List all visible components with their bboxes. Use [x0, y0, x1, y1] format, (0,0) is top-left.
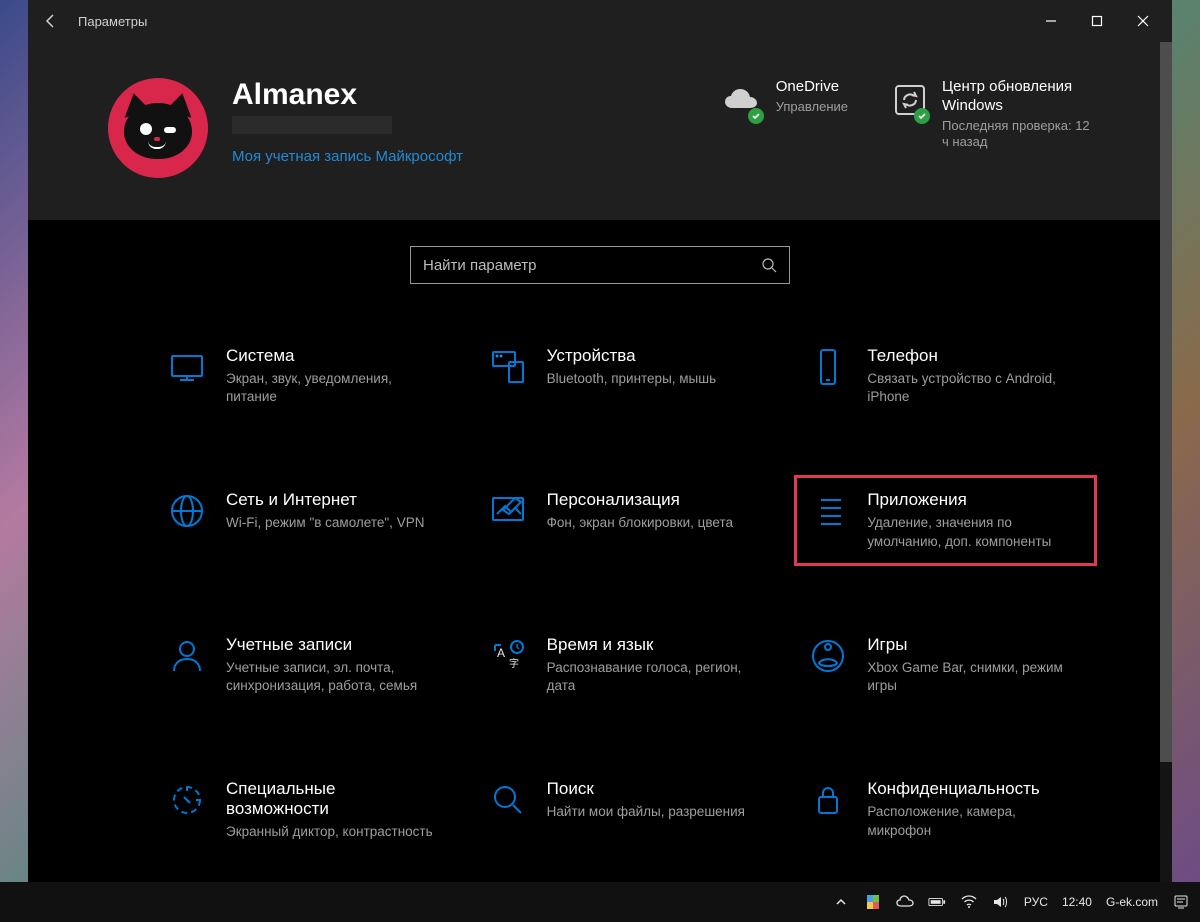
update-title: Центр обновления Windows [942, 78, 1092, 116]
access-icon [166, 779, 208, 821]
onedrive-icon [722, 82, 762, 122]
category-title: Телефон [867, 346, 1077, 366]
category-access[interactable]: Специальные возможности Экранный диктор, … [158, 769, 451, 851]
close-button[interactable] [1120, 4, 1166, 38]
gaming-icon [807, 635, 849, 677]
category-personalization[interactable]: Персонализация Фон, экран блокировки, цве… [479, 480, 772, 560]
category-title: Поиск [547, 779, 745, 799]
category-privacy[interactable]: Конфиденциальность Расположение, камера, … [799, 769, 1092, 851]
category-desc: Расположение, камера, микрофон [867, 803, 1077, 839]
category-desc: Учетные записи, эл. почта, синхронизация… [226, 659, 436, 695]
notifications-icon[interactable] [1172, 893, 1190, 911]
category-title: Конфиденциальность [867, 779, 1077, 799]
search-placeholder: Найти параметр [423, 257, 761, 274]
onedrive-title: OneDrive [776, 78, 848, 97]
category-title: Приложения [867, 490, 1077, 510]
ms-account-link[interactable]: Моя учетная запись Майкрософт [232, 148, 463, 165]
taskbar: РУС 12:40 G-ek.com [0, 882, 1200, 922]
search-input[interactable]: Найти параметр [410, 246, 790, 284]
category-title: Учетные записи [226, 635, 436, 655]
avatar[interactable] [108, 78, 208, 178]
personalization-icon [487, 490, 529, 532]
category-phone[interactable]: Телефон Связать устройство с Android, iPh… [799, 336, 1092, 416]
apps-icon [807, 490, 849, 532]
user-name: Almanex [232, 78, 532, 112]
category-accounts[interactable]: Учетные записи Учетные записи, эл. почта,… [158, 625, 451, 705]
devices-icon [487, 346, 529, 388]
category-network[interactable]: Сеть и Интернет Wi-Fi, режим "в самолете"… [158, 480, 451, 560]
category-desc: Фон, экран блокировки, цвета [547, 514, 733, 532]
update-sub: Последняя проверка: 12 ч назад [942, 118, 1092, 152]
titlebar: Параметры [28, 0, 1172, 42]
windows-update-status[interactable]: Центр обновления Windows Последняя прове… [892, 78, 1092, 151]
tray-chevron-icon[interactable] [832, 893, 850, 911]
search-icon [487, 779, 529, 821]
phone-icon [807, 346, 849, 388]
volume-icon[interactable] [992, 893, 1010, 911]
category-apps[interactable]: Приложения Удаление, значения по умолчани… [799, 480, 1092, 560]
onedrive-sub: Управление [776, 99, 848, 116]
category-title: Устройства [547, 346, 716, 366]
taskbar-site: G-ek.com [1106, 895, 1158, 909]
category-desc: Экранный диктор, контрастность [226, 823, 436, 841]
category-desc: Xbox Game Bar, снимки, режим игры [867, 659, 1077, 695]
back-button[interactable] [34, 4, 68, 38]
accounts-icon [166, 635, 208, 677]
category-search[interactable]: Поиск Найти мои файлы, разрешения [479, 769, 772, 851]
minimize-button[interactable] [1028, 4, 1074, 38]
user-email-redacted [232, 116, 392, 134]
category-title: Игры [867, 635, 1077, 655]
maximize-button[interactable] [1074, 4, 1120, 38]
settings-categories-grid: Система Экран, звук, уведомления, питание… [28, 318, 1172, 852]
taskbar-lang[interactable]: РУС [1024, 895, 1048, 909]
category-desc: Экран, звук, уведомления, питание [226, 370, 436, 406]
search-icon [761, 257, 777, 273]
privacy-icon [807, 779, 849, 821]
category-gaming[interactable]: Игры Xbox Game Bar, снимки, режим игры [799, 625, 1092, 705]
security-icon[interactable] [864, 893, 882, 911]
scrollbar[interactable] [1160, 42, 1172, 882]
category-title: Специальные возможности [226, 779, 443, 819]
category-desc: Распознавание голоса, регион, дата [547, 659, 757, 695]
category-time[interactable]: Время и язык Распознавание голоса, регион… [479, 625, 772, 705]
category-title: Персонализация [547, 490, 733, 510]
category-desc: Wi-Fi, режим "в самолете", VPN [226, 514, 424, 532]
taskbar-time[interactable]: 12:40 [1062, 895, 1092, 909]
wifi-icon[interactable] [960, 893, 978, 911]
update-icon [892, 82, 928, 122]
scrollbar-thumb[interactable] [1160, 42, 1172, 762]
settings-window: Параметры Almanex Моя учетная запись Май… [28, 0, 1172, 882]
cloud-icon[interactable] [896, 893, 914, 911]
category-desc: Связать устройство с Android, iPhone [867, 370, 1077, 406]
category-title: Сеть и Интернет [226, 490, 424, 510]
category-desc: Удаление, значения по умолчанию, доп. ко… [867, 514, 1077, 550]
category-title: Система [226, 346, 436, 366]
onedrive-status[interactable]: OneDrive Управление [722, 78, 848, 122]
time-icon [487, 635, 529, 677]
system-icon [166, 346, 208, 388]
category-title: Время и язык [547, 635, 757, 655]
category-desc: Найти мои файлы, разрешения [547, 803, 745, 821]
battery-icon[interactable] [928, 893, 946, 911]
category-devices[interactable]: Устройства Bluetooth, принтеры, мышь [479, 336, 772, 416]
window-title: Параметры [78, 14, 1028, 29]
account-header: Almanex Моя учетная запись Майкрософт On… [28, 42, 1172, 220]
network-icon [166, 490, 208, 532]
category-system[interactable]: Система Экран, звук, уведомления, питание [158, 336, 451, 416]
category-desc: Bluetooth, принтеры, мышь [547, 370, 716, 388]
